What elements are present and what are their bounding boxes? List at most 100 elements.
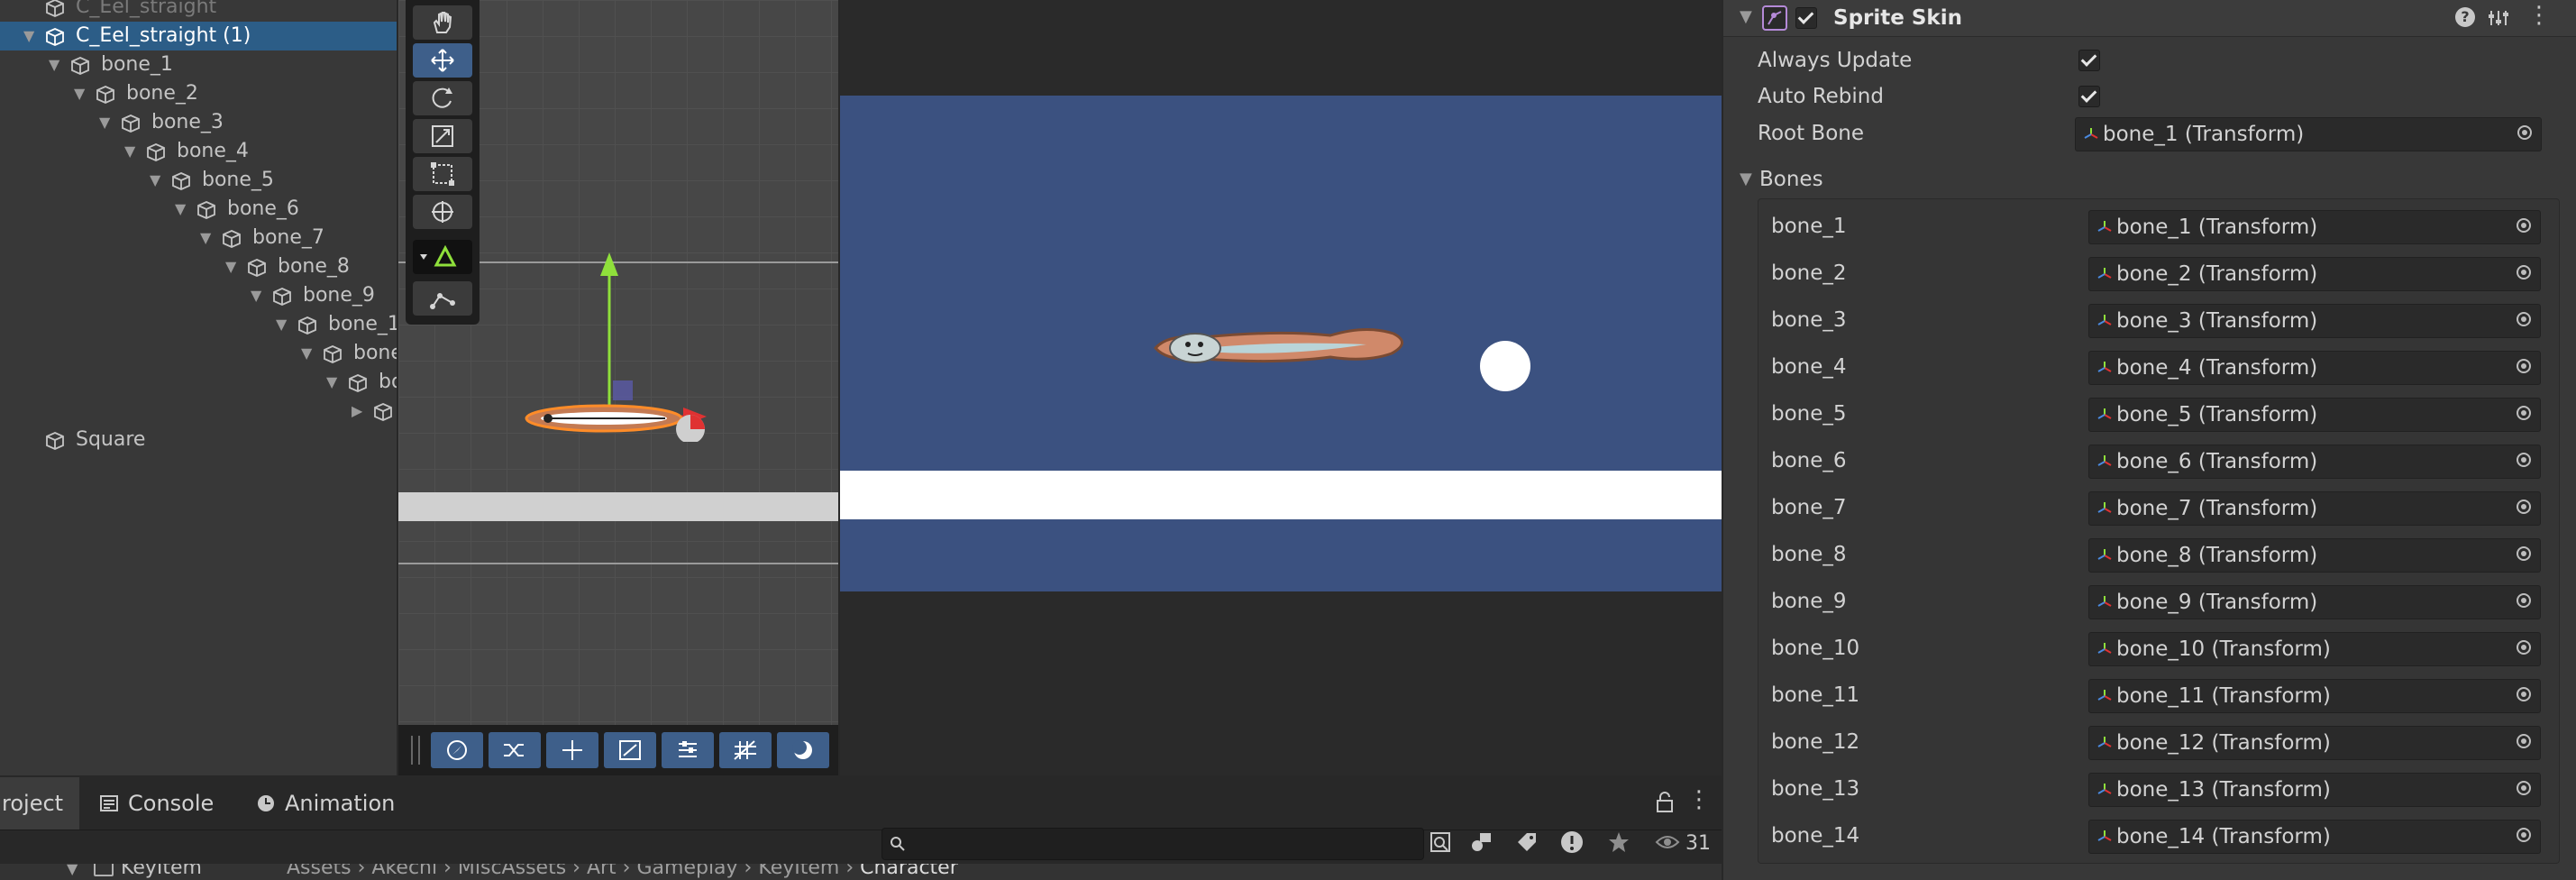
tab-animation[interactable]: Animation [285,777,395,830]
collapse-arrow-icon[interactable]: ▶ [352,397,362,426]
drag-handle[interactable] [411,736,420,765]
shuffle-button[interactable] [489,732,541,768]
hierarchy-item[interactable]: ▼ bone_8 [0,252,397,281]
move-overlay-button[interactable] [546,732,598,768]
expand-arrow-icon[interactable]: ▼ [326,368,337,397]
hierarchy-item[interactable]: ▶ [0,397,397,426]
kebab-menu-icon[interactable]: ⋮ [2527,2,2551,29]
breadcrumb-item[interactable]: Assets [287,864,352,879]
object-picker-icon[interactable] [2517,687,2531,701]
filter-by-label-icon[interactable] [1514,830,1539,855]
expand-arrow-icon[interactable]: ▼ [175,195,186,224]
move-tool-button[interactable] [413,43,472,78]
expand-arrow-icon[interactable]: ▼ [301,339,312,368]
hierarchy-item[interactable]: C_Eel_straight [0,0,397,22]
expand-arrow-icon[interactable]: ▼ [124,137,135,166]
object-picker-icon[interactable] [2517,406,2531,420]
hierarchy-item[interactable]: ▼ bone_3 [0,108,397,137]
hierarchy-item[interactable]: ▼ bone_9 [0,281,397,310]
expand-arrow-icon[interactable]: ▼ [225,252,236,281]
object-picker-icon[interactable] [2517,265,2531,280]
favorite-star-icon[interactable] [1606,830,1631,855]
align-button[interactable] [662,732,714,768]
bone-transform-field[interactable]: bone_1 (Transform) [2088,210,2541,244]
custom-tool-dropdown[interactable] [413,240,472,274]
object-picker-icon[interactable] [2517,546,2531,561]
object-picker-icon[interactable] [2517,125,2532,140]
folder-tree-item[interactable]: KeyItem [121,864,202,879]
root-bone-field[interactable]: bone_1 (Transform) [2075,117,2542,151]
move-gizmo[interactable] [489,243,723,442]
orient-button[interactable] [431,732,483,768]
bone-tool-button[interactable] [413,281,472,316]
breadcrumb-item[interactable]: MiscAssets [458,864,566,879]
kebab-menu-icon[interactable]: ⋮ [1687,786,1711,813]
hierarchy-item[interactable]: ▼ bone_7 [0,224,397,252]
hierarchy-item[interactable]: ▼ bone_5 [0,166,397,195]
preset-icon[interactable] [2488,7,2509,29]
bones-foldout-arrow-icon[interactable]: ▼ [1740,170,1752,188]
lock-icon[interactable] [1655,792,1675,813]
expand-arrow-icon[interactable]: ▼ [251,281,261,310]
bone-transform-field[interactable]: bone_4 (Transform) [2088,351,2541,385]
bone-transform-field[interactable]: bone_3 (Transform) [2088,304,2541,338]
folder-tree-arrow-icon[interactable]: ▼ [67,864,78,877]
bones-foldout-label[interactable]: Bones [1759,165,1823,194]
hierarchy-item[interactable]: ▼ bone_1 [0,310,397,339]
object-picker-icon[interactable] [2517,640,2531,655]
filter-by-type-icon[interactable] [1469,830,1494,855]
object-picker-icon[interactable] [2517,828,2531,842]
object-picker-icon[interactable] [2517,781,2531,795]
hierarchy-item[interactable]: ▼ bone_6 [0,195,397,224]
object-picker-icon[interactable] [2517,593,2531,608]
expand-arrow-icon[interactable]: ▼ [200,224,211,252]
resize-button[interactable] [604,732,656,768]
breadcrumb-item[interactable]: Gameplay [636,864,737,879]
breadcrumb-item[interactable]: Character [860,864,958,879]
breadcrumb-item[interactable]: Akechi [371,864,437,879]
auto-rebind-checkbox[interactable] [2078,86,2100,107]
project-search-input[interactable] [882,828,1424,860]
expand-arrow-icon[interactable]: ▼ [276,310,287,339]
warning-filter-icon[interactable] [1559,830,1585,855]
object-picker-icon[interactable] [2517,734,2531,748]
sphere-button[interactable] [777,732,829,768]
scale-tool-button[interactable] [413,119,472,153]
bone-transform-field[interactable]: bone_2 (Transform) [2088,257,2541,291]
grid-button[interactable] [719,732,772,768]
expand-arrow-icon[interactable]: ▼ [99,108,110,137]
rotate-tool-button[interactable] [413,81,472,115]
bone-transform-field[interactable]: bone_13 (Transform) [2088,773,2541,807]
hierarchy-item[interactable]: ▼ C_Eel_straight (1) [0,22,397,50]
breadcrumb-item[interactable]: Art [587,864,617,879]
search-by-type-icon[interactable] [1428,830,1453,855]
help-icon[interactable]: ? [2455,7,2475,27]
expand-arrow-icon[interactable]: ▼ [49,50,59,79]
bone-transform-field[interactable]: bone_11 (Transform) [2088,679,2541,713]
bone-transform-field[interactable]: bone_8 (Transform) [2088,538,2541,573]
bone-transform-field[interactable]: bone_5 (Transform) [2088,398,2541,432]
hierarchy-item[interactable]: ▼ bone_4 [0,137,397,166]
expand-arrow-icon[interactable]: ▼ [74,79,85,108]
expand-arrow-icon[interactable]: ▼ [23,22,34,50]
rect-tool-button[interactable] [413,157,472,191]
foldout-arrow-icon[interactable]: ▼ [1740,7,1752,26]
breadcrumb-item[interactable]: KeyItem [758,864,839,879]
tab-console[interactable]: Console [128,777,214,830]
bone-transform-field[interactable]: bone_6 (Transform) [2088,445,2541,479]
bone-transform-field[interactable]: bone_14 (Transform) [2088,820,2541,854]
component-enabled-checkbox[interactable] [1795,7,1817,29]
object-picker-icon[interactable] [2517,500,2531,514]
bone-transform-field[interactable]: bone_7 (Transform) [2088,491,2541,526]
hierarchy-item[interactable]: Square [0,426,397,454]
hierarchy-item[interactable]: ▼ bone [0,339,397,368]
hierarchy-item[interactable]: ▼ bone_1 [0,50,397,79]
object-picker-icon[interactable] [2517,312,2531,326]
hand-tool-button[interactable] [413,5,472,40]
hierarchy-item[interactable]: ▼ bone_2 [0,79,397,108]
transform-tool-button[interactable] [413,195,472,229]
bone-transform-field[interactable]: bone_12 (Transform) [2088,726,2541,760]
visibility-eye-icon[interactable] [1655,831,1680,853]
tab-project[interactable]: roject [0,777,79,830]
bone-transform-field[interactable]: bone_9 (Transform) [2088,585,2541,619]
